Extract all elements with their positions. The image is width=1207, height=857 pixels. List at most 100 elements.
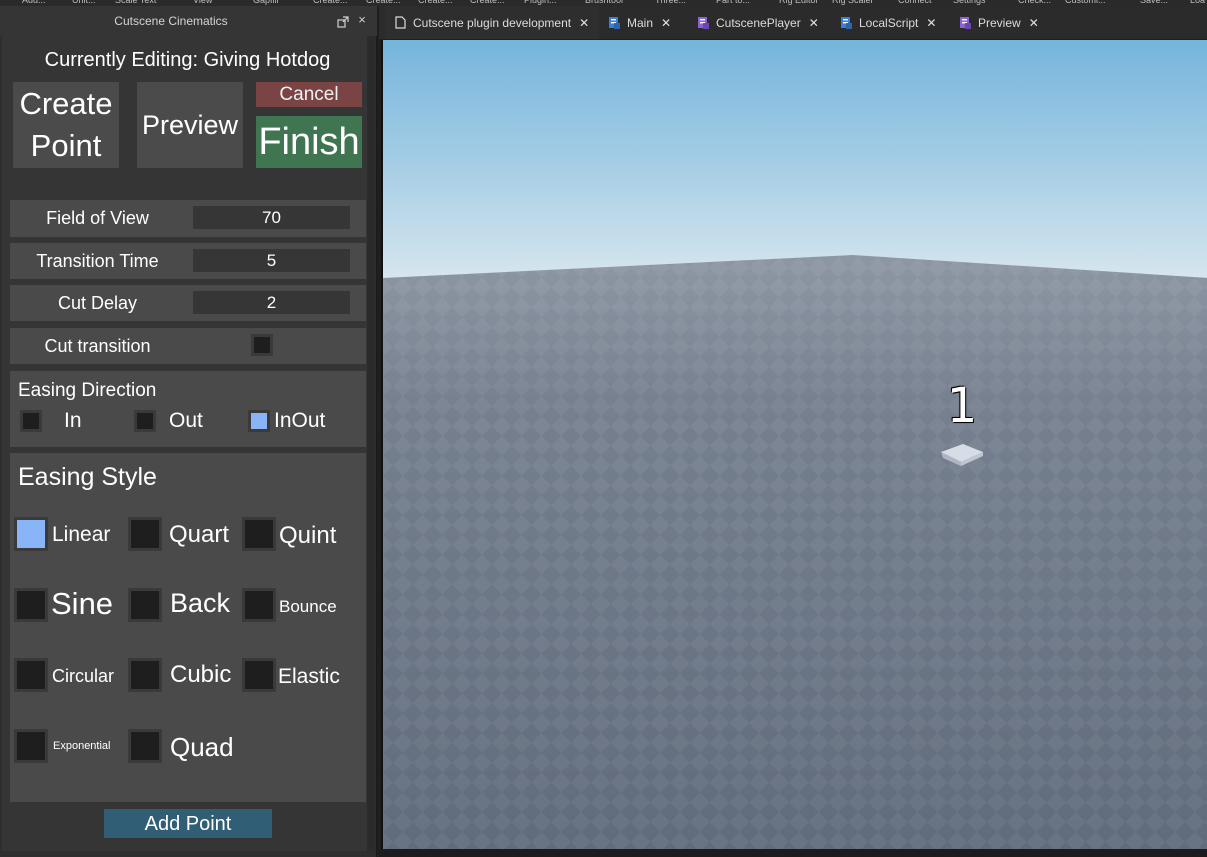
easing-style-exponential-checkbox[interactable] [14, 729, 48, 763]
cut-delay-row: Cut Delay 2 [10, 285, 366, 321]
easing-style-quart-checkbox[interactable] [128, 517, 162, 551]
tab-cutscene-plugin-development[interactable]: Cutscene plugin development ✕ [385, 6, 599, 39]
easing-style-bounce-checkbox[interactable] [242, 588, 276, 622]
tab-label: LocalScript [859, 15, 919, 30]
module-script-icon [960, 17, 971, 29]
easing-style-cubic-label: Cubic [170, 661, 232, 688]
easing-direction-out-label: Out [169, 409, 203, 432]
viewport-scene [383, 40, 1207, 849]
easing-style-linear-checkbox[interactable] [14, 517, 48, 551]
tab-close-icon[interactable]: ✕ [661, 16, 671, 30]
toolbar-item[interactable]: Create... [313, 0, 348, 5]
easing-direction-inout-label: InOut [274, 409, 326, 432]
tab-cutsceneplayer[interactable]: CutscenePlayer ✕ [697, 6, 827, 39]
easing-direction-in-checkbox[interactable] [20, 410, 42, 432]
toolbar-item[interactable]: Create... [418, 0, 453, 5]
easing-direction-out-checkbox[interactable] [134, 410, 156, 432]
cut-delay-label: Cut Delay [57, 293, 138, 313]
toolbar-item[interactable]: Settings [953, 0, 986, 5]
editor-tab-bar: Cutscene plugin development ✕ Main ✕ Cut… [379, 6, 1207, 39]
toolbar-item[interactable]: Three... [655, 0, 686, 5]
transition-time-row: Transition Time 5 [10, 243, 366, 279]
toolbar-item[interactable]: Save... [1140, 0, 1168, 5]
field-of-view-label: Field of View [46, 208, 149, 228]
tab-localscript[interactable]: LocalScript ✕ [840, 6, 950, 39]
tab-label: CutscenePlayer [716, 15, 801, 30]
easing-style-cubic-checkbox[interactable] [128, 658, 162, 692]
easing-style-quad-checkbox[interactable] [128, 729, 162, 763]
easing-style-elastic-checkbox[interactable] [242, 658, 276, 692]
finish-button[interactable]: Finish [256, 116, 362, 168]
toolbar-item[interactable]: Connect [898, 0, 932, 5]
toolbar-item[interactable]: Brushtool [585, 0, 623, 5]
easing-direction-section: Easing Direction In Out InOut [10, 371, 366, 447]
easing-style-quint-label: Quint [279, 522, 337, 549]
toolbar-item[interactable]: Customi... [1065, 0, 1106, 5]
field-of-view-row: Field of View 70 [10, 200, 366, 237]
place-file-icon [395, 16, 406, 29]
cut-transition-label: Cut transition [44, 336, 151, 356]
tab-label: Preview [978, 15, 1021, 30]
transition-time-input[interactable]: 5 [193, 249, 350, 272]
panel-close-icon[interactable]: × [355, 12, 369, 28]
tab-close-icon[interactable]: ✕ [809, 16, 819, 30]
toolbar-item[interactable]: Rig Scaler [832, 0, 874, 5]
toolbar-item[interactable]: Create... [470, 0, 505, 5]
toolbar-item[interactable]: Gapfill [253, 0, 279, 5]
easing-style-quart-label: Quart [169, 521, 230, 548]
module-script-icon [698, 17, 709, 29]
easing-direction-in-label: In [64, 409, 82, 432]
field-of-view-input[interactable]: 70 [193, 206, 350, 229]
toolbar-item[interactable]: Check... [1018, 0, 1051, 5]
easing-style-quad-label: Quad [170, 732, 234, 762]
add-point-button[interactable]: Add Point [104, 809, 272, 838]
toolbar-item[interactable]: Loa [1190, 0, 1205, 5]
toolbar-item[interactable]: Unit... [72, 0, 96, 5]
easing-style-exponential-label: Exponential [53, 740, 111, 752]
tab-preview[interactable]: Preview ✕ [959, 6, 1049, 39]
toolbar-item[interactable]: Scale Text [115, 0, 156, 5]
cut-transition-row: Cut transition [10, 328, 366, 364]
easing-style-section: Easing Style Linear Quart Quint Sine Bac… [10, 453, 366, 802]
toolbar-item[interactable]: Add... [22, 0, 46, 5]
easing-direction-title: Easing Direction [18, 380, 157, 401]
tab-close-icon[interactable]: ✕ [1029, 16, 1039, 30]
tab-close-icon[interactable]: ✕ [926, 16, 936, 30]
easing-style-quint-checkbox[interactable] [242, 517, 276, 551]
toolbar-item[interactable]: Part to... [716, 0, 750, 5]
cut-transition-checkbox[interactable] [251, 334, 273, 356]
easing-style-linear-label: Linear [52, 523, 111, 546]
tab-main[interactable]: Main ✕ [608, 6, 696, 39]
3d-viewport[interactable] [381, 40, 1207, 849]
easing-style-circular-label: Circular [52, 666, 115, 686]
camera-point-number-label: 1 [946, 378, 978, 434]
toolbar-item[interactable]: Create... [366, 0, 401, 5]
toolbar-item[interactable]: View [193, 0, 212, 5]
cut-delay-input[interactable]: 2 [193, 291, 350, 314]
tab-label: Main [627, 15, 654, 30]
toolbar-item[interactable]: Rig Editor [779, 0, 819, 5]
panel-titlebar: Cutscene Cinematics × [0, 6, 377, 36]
transition-time-label: Transition Time [36, 251, 159, 271]
easing-style-elastic-label: Elastic [278, 665, 340, 688]
easing-style-sine-checkbox[interactable] [14, 588, 48, 622]
easing-style-back-label: Back [170, 588, 231, 618]
easing-style-circular-checkbox[interactable] [14, 658, 48, 692]
easing-direction-inout-checkbox[interactable] [248, 410, 270, 432]
easing-style-bounce-label: Bounce [279, 597, 337, 616]
panel-title: Cutscene Cinematics [114, 14, 228, 28]
panel-scrollbar[interactable] [367, 36, 375, 851]
tab-label: Cutscene plugin development [413, 15, 572, 30]
easing-style-sine-label: Sine [51, 586, 114, 621]
undock-icon[interactable] [337, 16, 349, 28]
toolbar-item[interactable]: Plugin... [524, 0, 557, 5]
viewport-bottom-border [379, 849, 1207, 857]
preview-button[interactable]: Preview [137, 82, 243, 168]
script-icon [609, 17, 620, 29]
currently-editing-label: Currently Editing: Giving Hotdog [44, 49, 331, 71]
create-point-button[interactable]: Create Point [13, 82, 119, 168]
script-icon [841, 17, 852, 29]
cancel-button[interactable]: Cancel [256, 82, 362, 107]
easing-style-back-checkbox[interactable] [128, 588, 162, 622]
tab-close-icon[interactable]: ✕ [579, 16, 589, 30]
